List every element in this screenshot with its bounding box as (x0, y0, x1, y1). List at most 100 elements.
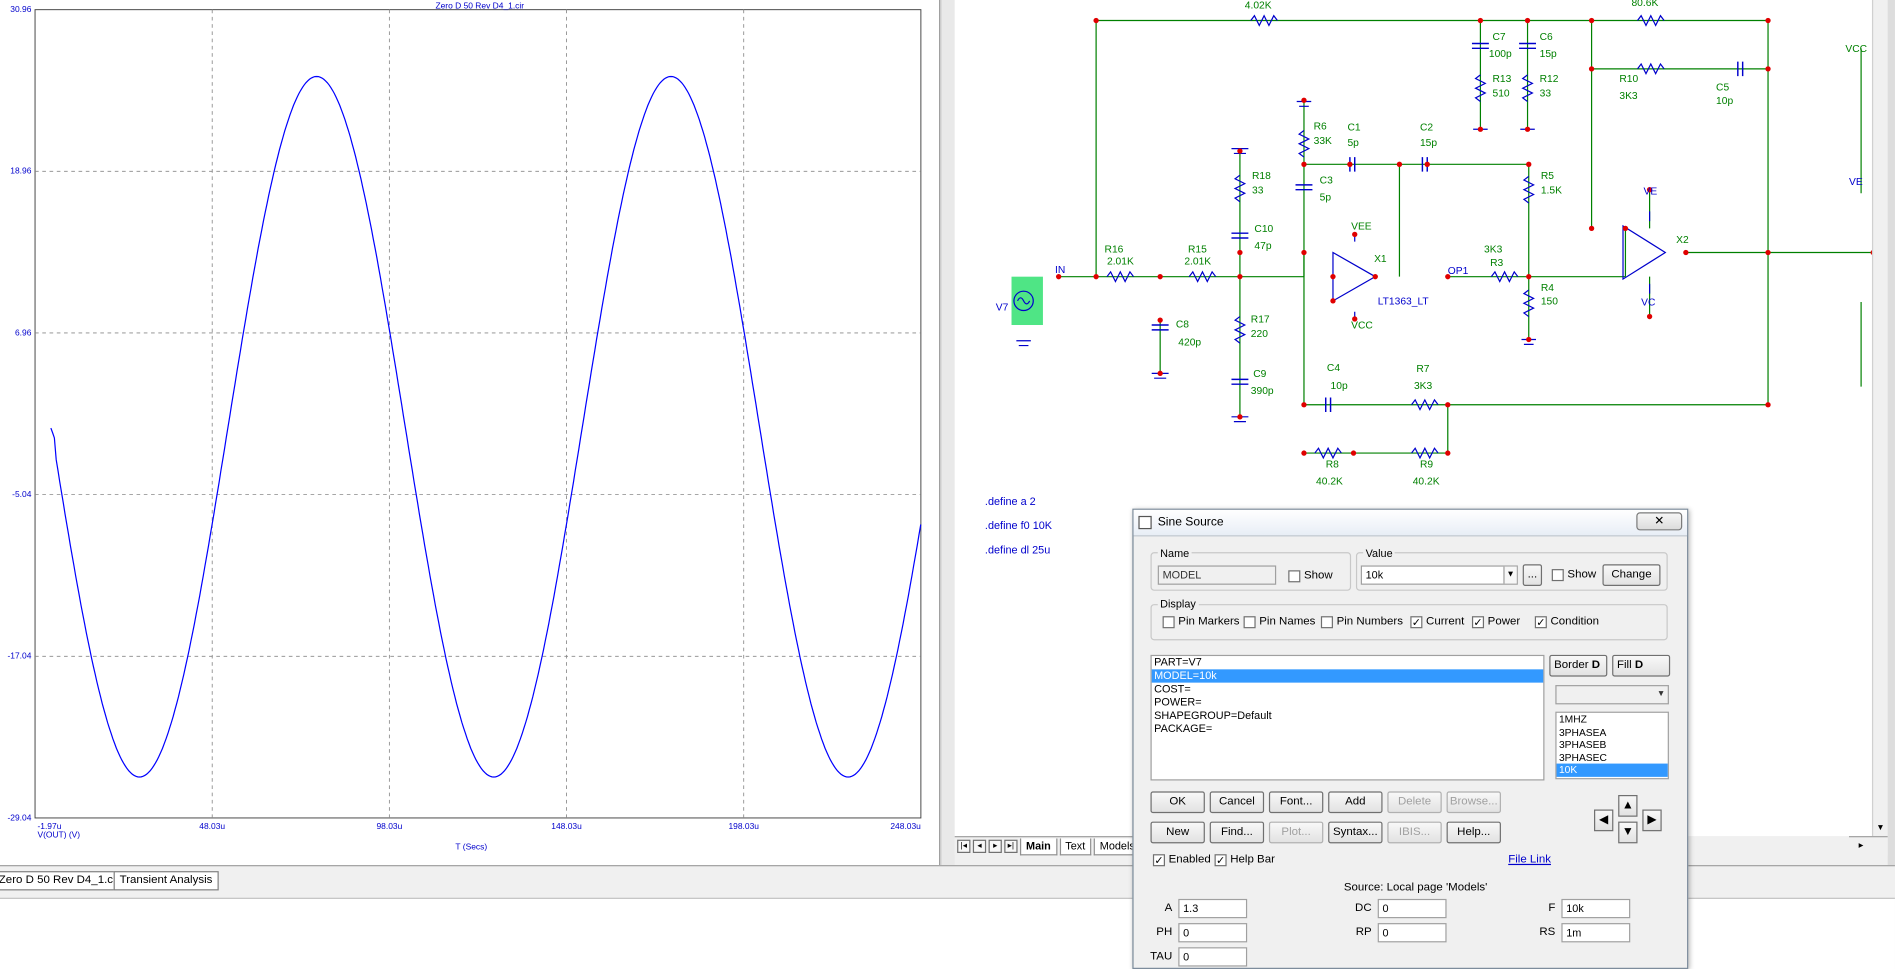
file-link[interactable]: File Link (1508, 853, 1551, 866)
name-field[interactable]: MODEL (1157, 565, 1277, 585)
close-button[interactable]: ✕ (1636, 512, 1683, 531)
model-row[interactable]: 3PHASEC (1557, 751, 1668, 764)
scroll-right-icon[interactable]: ▸ (1859, 840, 1864, 851)
component-label[interactable]: C10 (1254, 224, 1273, 235)
component-label[interactable]: X1 (1374, 254, 1387, 265)
param-field[interactable]: 1.3 (1178, 898, 1248, 919)
ellipsis-button[interactable]: ... (1522, 564, 1543, 586)
model-combo[interactable]: ▼ (1555, 685, 1669, 705)
doc-tab-circuit[interactable]: Zero D 50 Rev D4_1.cir (0, 871, 126, 891)
models-list[interactable]: 1MHZ 3PHASEA 3PHASEB 3PHASEC 10K (1555, 711, 1669, 780)
arrow-down-button[interactable]: ▼ (1618, 821, 1638, 844)
tab-main[interactable]: Main (1019, 837, 1057, 855)
arrow-left-button[interactable]: ◀ (1594, 809, 1614, 832)
component-label[interactable]: VE (1644, 187, 1658, 198)
component-label[interactable]: C8 (1176, 319, 1189, 330)
component-label[interactable]: 3K3 (1619, 91, 1638, 102)
component-label[interactable]: 15p (1540, 49, 1557, 60)
component-label[interactable]: 2.01K (1107, 257, 1134, 268)
arrow-right-button[interactable]: ▶ (1642, 809, 1662, 832)
component-label[interactable]: 4.02K (1245, 0, 1272, 11)
param-field[interactable]: 0 (1377, 898, 1447, 919)
chevron-down-icon[interactable]: ▼ (1503, 566, 1517, 584)
component-label[interactable]: X2 (1676, 235, 1689, 246)
component-label[interactable]: VCC (1845, 44, 1867, 55)
component-label[interactable]: R6 (1314, 121, 1327, 132)
model-row[interactable]: 1MHZ (1557, 713, 1668, 726)
component-label[interactable]: 33K (1314, 136, 1332, 147)
component-label[interactable]: VEE (1351, 222, 1372, 233)
attribute-row[interactable]: MODEL=10k (1151, 669, 1544, 683)
ok-button[interactable]: OK (1150, 791, 1205, 814)
component-label[interactable]: 15p (1420, 138, 1437, 149)
tab-text[interactable]: Text (1059, 837, 1092, 855)
arrow-up-button[interactable]: ▲ (1618, 794, 1638, 817)
component-label[interactable]: 10p (1716, 96, 1733, 107)
component-label[interactable]: C6 (1540, 32, 1553, 43)
new-button[interactable]: New (1150, 821, 1205, 844)
display-checkbox[interactable]: ✓ (1471, 616, 1485, 629)
plot-button[interactable]: Plot... (1268, 821, 1324, 844)
attribute-list[interactable]: PART=V7 MODEL=10k COST= POWER= SHAPEGROUP=De… (1150, 654, 1545, 781)
component-label[interactable]: 40.2K (1316, 476, 1343, 487)
component-label[interactable]: 390p (1251, 386, 1274, 397)
value-show-checkbox[interactable] (1551, 569, 1564, 582)
component-label[interactable]: 100p (1489, 49, 1512, 60)
param-field[interactable]: 1m (1561, 923, 1631, 943)
display-checkbox[interactable] (1320, 616, 1333, 629)
component-label[interactable]: C9 (1253, 369, 1266, 380)
component-label[interactable]: 47p (1254, 241, 1271, 252)
dialog-titlebar[interactable]: Sine Source ✕ (1133, 509, 1688, 537)
component-label[interactable]: VC (1641, 298, 1656, 309)
component-label[interactable]: C2 (1420, 122, 1433, 133)
component-label[interactable]: 3K3 (1484, 245, 1503, 256)
param-field[interactable]: 10k (1561, 898, 1631, 919)
component-label[interactable]: C7 (1492, 32, 1505, 43)
model-row[interactable]: 3PHASEA (1557, 726, 1668, 739)
attribute-row[interactable]: PART=V7 (1152, 656, 1544, 669)
doc-tab-transient[interactable]: Transient Analysis (113, 871, 219, 891)
fill-button[interactable]: Fill D (1612, 654, 1671, 677)
component-label[interactable]: 420p (1178, 338, 1201, 349)
browse-button[interactable]: Browse... (1446, 791, 1501, 814)
component-label[interactable]: C3 (1320, 176, 1333, 187)
delete-button[interactable]: Delete (1387, 791, 1442, 814)
param-field[interactable]: 0 (1178, 923, 1248, 943)
scroll-down-icon[interactable]: ▼ (1873, 822, 1888, 836)
component-label[interactable]: VCC (1351, 321, 1373, 332)
ibis-button[interactable]: IBIS... (1387, 821, 1442, 844)
model-row[interactable]: 3PHASEB (1557, 738, 1668, 751)
component-label[interactable]: R4 (1541, 283, 1554, 294)
component-label[interactable]: R16 (1105, 245, 1124, 256)
component-label[interactable]: 80.6K (1631, 0, 1658, 9)
border-button[interactable]: Border D (1549, 654, 1608, 677)
component-label[interactable]: 40.2K (1413, 476, 1440, 487)
component-label[interactable]: R7 (1416, 364, 1429, 375)
helpbar-checkbox[interactable]: ✓ (1214, 854, 1227, 867)
last-page-icon[interactable]: ▸| (1004, 839, 1018, 853)
model-row[interactable]: 10K (1556, 763, 1668, 777)
component-label[interactable]: R15 (1188, 245, 1207, 256)
schematic-vscroll[interactable]: ▼ (1871, 0, 1888, 837)
splitter[interactable] (940, 0, 955, 866)
attribute-row[interactable]: POWER= (1152, 696, 1544, 709)
component-label[interactable]: 510 (1492, 89, 1509, 100)
component-label[interactable]: 1.5K (1541, 185, 1562, 196)
next-page-icon[interactable]: ▸ (988, 839, 1002, 853)
component-label[interactable]: R9 (1420, 460, 1433, 471)
hscroll-right[interactable]: ▸ (1849, 836, 1888, 856)
component-label[interactable]: 5p (1320, 193, 1332, 204)
display-checkbox[interactable]: ✓ (1534, 616, 1547, 629)
find-button[interactable]: Find... (1209, 821, 1265, 844)
component-label[interactable]: R3 (1490, 258, 1503, 269)
attribute-row[interactable]: PACKAGE= (1152, 723, 1544, 736)
first-page-icon[interactable]: |◂ (957, 839, 971, 853)
component-label[interactable]: VE (1849, 177, 1863, 188)
value-dropdown[interactable]: 10k (1360, 565, 1518, 585)
syntax-button[interactable]: Syntax... (1328, 821, 1383, 844)
component-label[interactable]: 220 (1251, 329, 1268, 340)
display-checkbox[interactable] (1162, 616, 1175, 629)
component-label[interactable]: C4 (1327, 363, 1340, 374)
component-label[interactable]: 33 (1252, 185, 1264, 196)
component-label[interactable]: R12 (1540, 74, 1559, 85)
